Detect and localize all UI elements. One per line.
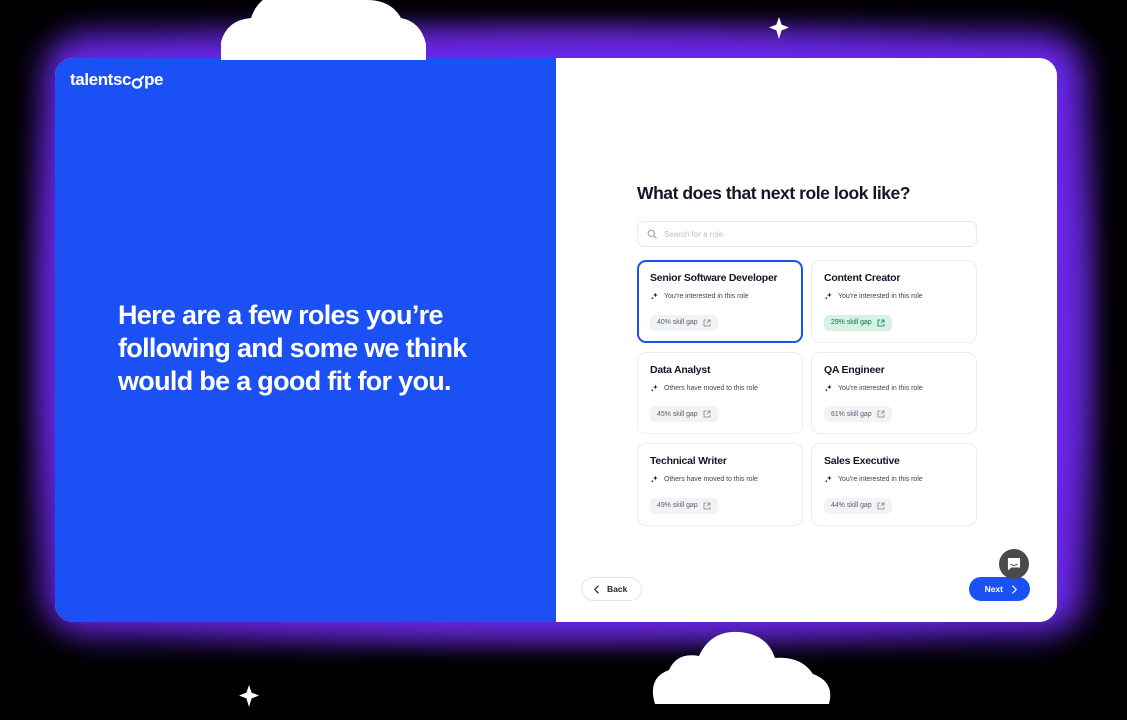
sparkle-icon <box>824 475 833 484</box>
skill-gap-badge[interactable]: 40% skill gap <box>650 314 718 331</box>
next-button[interactable]: Next <box>968 577 1030 601</box>
chevron-left-icon <box>593 584 600 594</box>
search-input[interactable] <box>664 229 967 239</box>
role-name: Technical Writer <box>650 455 727 467</box>
role-selection-section: What does that next role look like? Seni… <box>637 183 977 526</box>
role-note: You’re interested in this role <box>824 292 965 301</box>
external-link-icon <box>877 502 885 510</box>
role-card[interactable]: Senior Software Developer You’re interes… <box>637 260 803 343</box>
skill-gap-badge[interactable]: 61% skill gap <box>824 406 892 422</box>
skill-gap-label: 44% skill gap <box>831 502 872 509</box>
external-link-icon <box>703 502 711 510</box>
sparkle-icon <box>650 475 659 484</box>
sparkle-icon <box>650 384 659 393</box>
skill-gap-label: 49% skill gap <box>657 502 698 509</box>
role-card[interactable]: Technical Writer Others have moved to th… <box>637 443 803 526</box>
role-name: Sales Executive <box>824 455 900 467</box>
wizard-footer: Back Next <box>581 577 1030 601</box>
skill-gap-badge[interactable]: 49% skill gap <box>650 497 718 514</box>
role-note-text: Others have moved to this role <box>664 384 758 392</box>
role-card[interactable]: Data Analyst Others have moved to this r… <box>637 351 803 434</box>
role-note: You’re interested in this role <box>824 475 965 484</box>
search-icon <box>647 229 657 239</box>
sparkle-icon <box>824 384 833 393</box>
role-note-text: You’re interested in this role <box>664 293 749 300</box>
logo-magnifier-o-icon <box>131 72 145 89</box>
external-link-icon <box>877 410 885 418</box>
skill-gap-label: 40% skill gap <box>657 319 698 326</box>
role-name: QA Engineer <box>824 363 885 376</box>
left-hero-panel: talentsc pe Here are a few roles you’re … <box>55 58 556 622</box>
search-role-container[interactable] <box>637 221 977 247</box>
role-name: Senior Software Developer <box>650 272 778 284</box>
sparkle-decoration-bottom-left <box>238 684 260 713</box>
right-content-panel: What does that next role look like? Seni… <box>556 58 1057 622</box>
role-note: You’re interested in this role <box>650 292 791 301</box>
skill-gap-badge[interactable]: 29% skill gap <box>824 314 892 331</box>
external-link-icon <box>703 410 711 418</box>
skill-gap-label: 29% skill gap <box>831 319 872 326</box>
role-card[interactable]: Sales Executive You’re interested in thi… <box>811 443 977 526</box>
role-note: Others have moved to this role <box>650 475 791 484</box>
page-title: What does that next role look like? <box>637 183 911 203</box>
screen: talentsc pe Here are a few roles you’re … <box>0 0 1127 720</box>
talentscope-logo[interactable]: talentsc pe <box>70 70 164 90</box>
logo-text-left: talentsc <box>70 70 132 89</box>
role-note-text: Others have moved to this role <box>664 476 758 483</box>
role-note: You’re interested in this role <box>824 384 965 393</box>
role-note-text: You’re interested in this role <box>838 384 923 392</box>
next-button-label: Next <box>984 584 1003 594</box>
role-note-text: You’re interested in this role <box>838 476 923 483</box>
external-link-icon <box>877 319 885 327</box>
cloud-decoration-top <box>221 0 426 65</box>
back-button[interactable]: Back <box>581 577 643 601</box>
cloud-decoration-bottom <box>647 628 837 709</box>
role-name: Data Analyst <box>650 363 711 376</box>
role-card[interactable]: Content Creator You’re interested in thi… <box>811 260 977 343</box>
app-window: talentsc pe Here are a few roles you’re … <box>55 58 1057 622</box>
skill-gap-badge[interactable]: 44% skill gap <box>824 497 892 514</box>
role-name: Content Creator <box>824 272 901 284</box>
sparkle-icon <box>824 292 833 301</box>
logo-text-right: pe <box>144 70 164 89</box>
skill-gap-label: 45% skill gap <box>657 410 698 418</box>
role-note-text: You’re interested in this role <box>838 293 923 300</box>
sparkle-decoration-top-right <box>768 16 790 45</box>
role-card-grid: Senior Software Developer You’re interes… <box>637 260 977 526</box>
chat-launcher-button[interactable] <box>999 549 1029 579</box>
sparkle-icon <box>650 292 659 301</box>
external-link-icon <box>703 319 711 327</box>
skill-gap-label: 61% skill gap <box>831 410 872 418</box>
role-card[interactable]: QA Engineer You’re interested in this ro… <box>811 351 977 434</box>
back-button-label: Back <box>607 584 628 594</box>
chevron-right-icon <box>1011 584 1018 594</box>
role-note: Others have moved to this role <box>650 384 791 393</box>
skill-gap-badge[interactable]: 45% skill gap <box>650 406 718 422</box>
chat-bubble-icon <box>1006 556 1022 572</box>
hero-heading: Here are a few roles you’re following an… <box>118 300 467 396</box>
